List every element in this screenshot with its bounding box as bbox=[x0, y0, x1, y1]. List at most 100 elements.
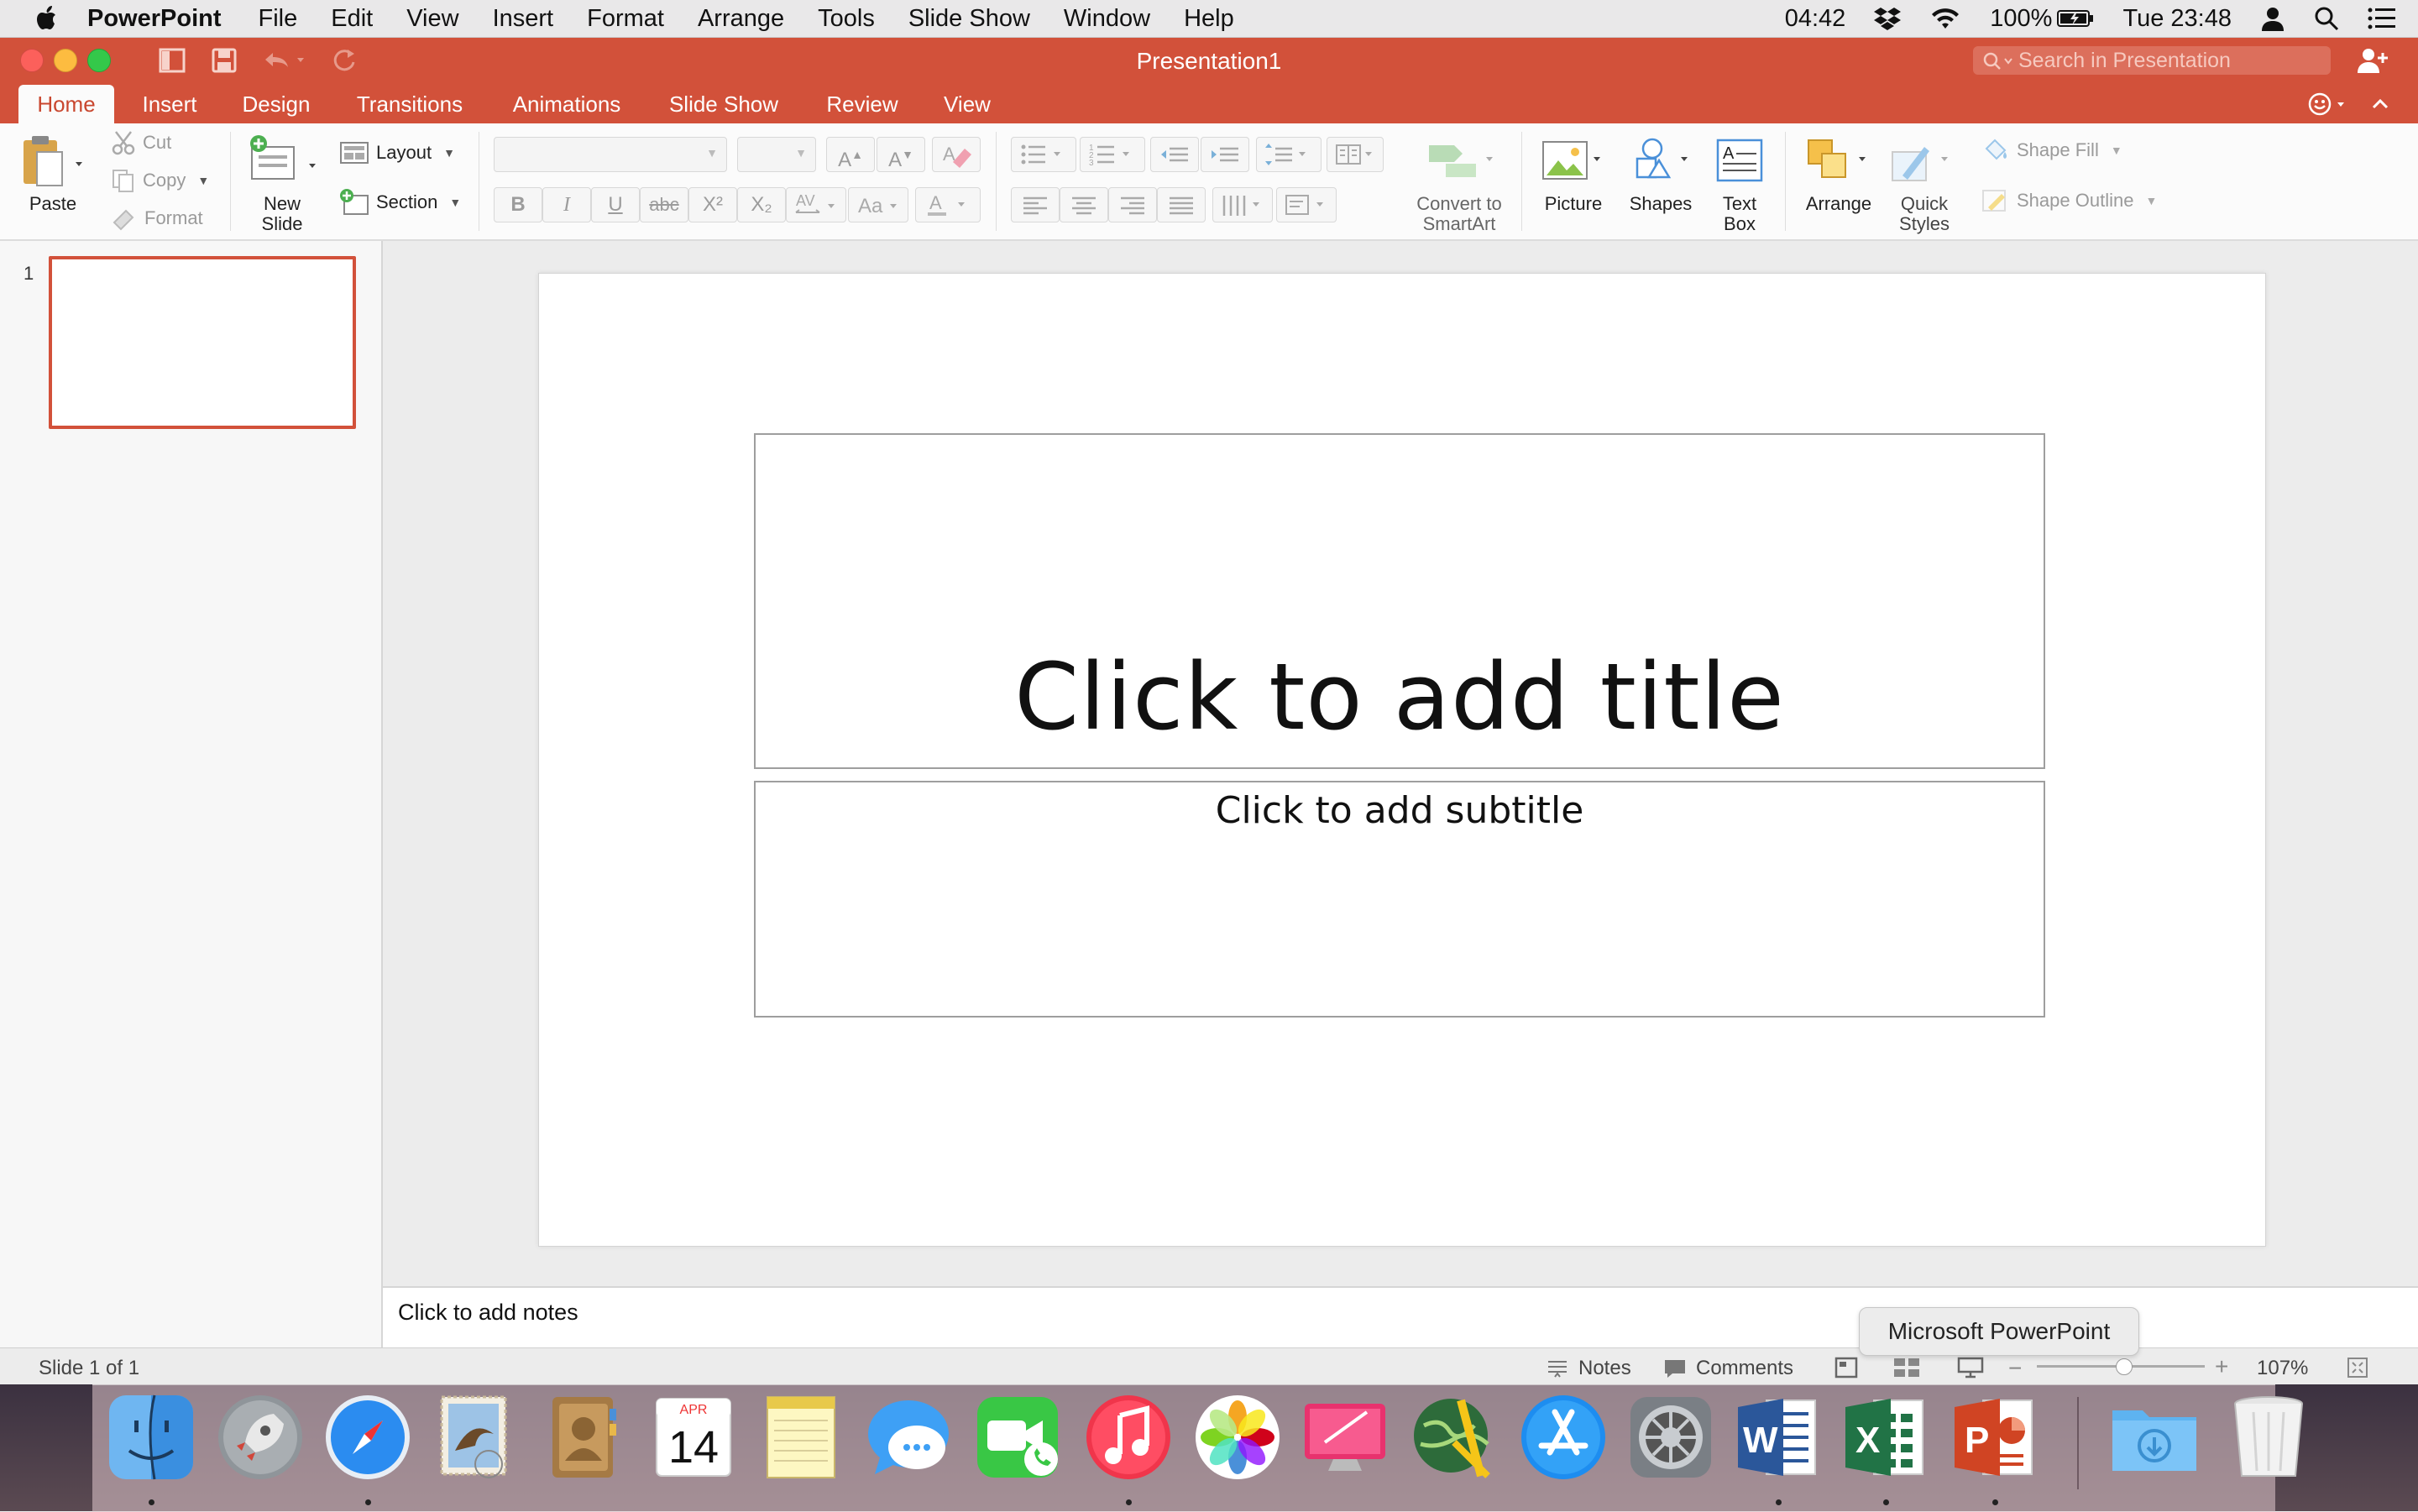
apple-icon[interactable] bbox=[34, 4, 62, 33]
menu-tools[interactable]: Tools bbox=[818, 5, 875, 33]
safari-icon[interactable] bbox=[322, 1392, 413, 1483]
system-preferences-icon[interactable] bbox=[1625, 1392, 1716, 1483]
notification-center-icon[interactable] bbox=[2368, 8, 2396, 29]
presenter-view-button[interactable] bbox=[1956, 1357, 1985, 1379]
battery-charging-icon[interactable] bbox=[2057, 8, 2094, 29]
columns-button[interactable] bbox=[1327, 137, 1384, 172]
section-button[interactable]: Section ▼ bbox=[339, 189, 461, 216]
word-icon[interactable]: W bbox=[1733, 1392, 1824, 1483]
fit-to-window-button[interactable] bbox=[2346, 1357, 2369, 1379]
comments-toggle-button[interactable]: Comments bbox=[1662, 1357, 1793, 1380]
tab-transitions[interactable]: Transitions bbox=[346, 85, 474, 123]
itunes-icon[interactable] bbox=[1083, 1392, 1174, 1483]
collapse-ribbon-icon[interactable] bbox=[2368, 92, 2393, 117]
calendar-icon[interactable]: APR 14 bbox=[648, 1392, 739, 1483]
tab-animations[interactable]: Animations bbox=[495, 85, 638, 123]
excel-icon[interactable]: X bbox=[1840, 1392, 1931, 1483]
tab-insert[interactable]: Insert bbox=[131, 85, 208, 123]
numbering-button[interactable]: 123 bbox=[1080, 137, 1145, 172]
dropbox-icon[interactable] bbox=[1874, 6, 1902, 31]
photos-icon[interactable] bbox=[1192, 1392, 1283, 1483]
menu-window[interactable]: Window bbox=[1064, 5, 1150, 33]
feedback-smiley-icon[interactable] bbox=[2307, 92, 2353, 117]
decrease-indent-button[interactable] bbox=[1150, 137, 1199, 172]
menu-format[interactable]: Format bbox=[587, 5, 664, 33]
downloads-folder-icon[interactable] bbox=[2109, 1392, 2200, 1483]
slide-canvas[interactable]: Click to add title Click to add subtitle bbox=[538, 273, 2266, 1247]
picture-button[interactable] bbox=[1541, 139, 1609, 189]
font-size-dropdown[interactable]: ▼ bbox=[737, 137, 816, 172]
justify-button[interactable] bbox=[1157, 187, 1206, 222]
align-right-button[interactable] bbox=[1108, 187, 1157, 222]
user-icon[interactable] bbox=[2260, 6, 2285, 31]
shape-fill-button[interactable]: Shape Fill ▼ bbox=[1981, 137, 2122, 164]
line-spacing-button[interactable] bbox=[1256, 137, 1322, 172]
font-name-dropdown[interactable]: ▼ bbox=[494, 137, 727, 172]
wifi-icon[interactable] bbox=[1929, 7, 1961, 30]
share-add-person-icon[interactable] bbox=[2356, 46, 2389, 75]
new-slide-button[interactable] bbox=[247, 133, 322, 191]
layout-button[interactable]: Layout ▼ bbox=[339, 140, 455, 165]
zoom-out-button[interactable]: − bbox=[2008, 1355, 2022, 1382]
menu-view[interactable]: View bbox=[406, 5, 458, 33]
tab-view[interactable]: View bbox=[932, 85, 1002, 123]
convert-to-smartart-button[interactable] bbox=[1426, 139, 1496, 186]
slide-thumbnail[interactable] bbox=[49, 256, 356, 429]
increase-indent-button[interactable] bbox=[1201, 137, 1249, 172]
menu-insert[interactable]: Insert bbox=[493, 5, 554, 33]
trash-icon[interactable] bbox=[2223, 1392, 2314, 1483]
app-menu[interactable]: PowerPoint bbox=[87, 5, 222, 33]
shapes-button[interactable] bbox=[1629, 137, 1696, 189]
menu-edit[interactable]: Edit bbox=[331, 5, 373, 33]
menu-slide-show[interactable]: Slide Show bbox=[908, 5, 1030, 33]
mail-icon[interactable] bbox=[430, 1392, 521, 1483]
copy-button[interactable]: Copy ▼ bbox=[111, 168, 209, 193]
launchpad-icon[interactable] bbox=[215, 1392, 306, 1483]
menubar-datetime[interactable]: Tue 23:48 bbox=[2122, 5, 2232, 33]
quick-styles-button[interactable] bbox=[1889, 137, 1956, 189]
menu-arrange[interactable]: Arrange bbox=[698, 5, 784, 33]
align-left-button[interactable] bbox=[1011, 187, 1060, 222]
title-placeholder[interactable]: Click to add title bbox=[754, 433, 2045, 769]
change-case-button[interactable]: Aa bbox=[848, 187, 908, 222]
font-color-button[interactable]: A bbox=[915, 187, 981, 222]
tab-slide-show[interactable]: Slide Show bbox=[658, 85, 789, 123]
tab-design[interactable]: Design bbox=[230, 85, 322, 123]
text-box-button[interactable]: A bbox=[1714, 137, 1765, 189]
battery-percent[interactable]: 100% bbox=[1990, 5, 2052, 33]
zoom-level[interactable]: 107% bbox=[2257, 1357, 2308, 1380]
powerpoint-icon[interactable]: P bbox=[1950, 1392, 2040, 1483]
format-painter-button[interactable]: Format bbox=[111, 206, 203, 231]
messages-icon[interactable] bbox=[863, 1392, 954, 1483]
tab-home[interactable]: Home bbox=[18, 85, 114, 123]
finder-icon[interactable] bbox=[106, 1392, 196, 1483]
bold-button[interactable]: B bbox=[494, 187, 542, 222]
superscript-button[interactable]: X² bbox=[688, 187, 737, 222]
notes-app-icon[interactable] bbox=[756, 1392, 846, 1483]
slide-sorter-view-button[interactable] bbox=[1892, 1357, 1921, 1379]
subtitle-placeholder[interactable]: Click to add subtitle bbox=[754, 781, 2045, 1018]
cut-button[interactable]: Cut bbox=[111, 130, 171, 155]
increase-font-size-button[interactable]: A▲ bbox=[826, 137, 875, 172]
facetime-icon[interactable] bbox=[972, 1392, 1063, 1483]
normal-view-button[interactable] bbox=[1834, 1357, 1859, 1379]
character-spacing-button[interactable]: AV bbox=[786, 187, 846, 222]
italic-button[interactable]: I bbox=[542, 187, 591, 222]
zoom-slider-thumb[interactable] bbox=[2116, 1358, 2133, 1375]
zoom-slider[interactable] bbox=[2037, 1358, 2205, 1375]
cleanmymac-icon[interactable] bbox=[1300, 1392, 1390, 1483]
shape-outline-button[interactable]: Shape Outline ▼ bbox=[1981, 187, 2157, 214]
menu-file[interactable]: File bbox=[259, 5, 298, 33]
notes-toggle-button[interactable]: Notes bbox=[1545, 1357, 1631, 1380]
contacts-icon[interactable] bbox=[537, 1392, 628, 1483]
text-direction-button[interactable] bbox=[1212, 187, 1273, 222]
menu-help[interactable]: Help bbox=[1184, 5, 1234, 33]
menubar-clock-left[interactable]: 04:42 bbox=[1785, 5, 1846, 33]
align-text-button[interactable] bbox=[1276, 187, 1337, 222]
clear-formatting-button[interactable]: A bbox=[932, 137, 981, 172]
decrease-font-size-button[interactable]: A▼ bbox=[877, 137, 925, 172]
spotlight-search-icon[interactable] bbox=[2314, 6, 2339, 31]
strikethrough-button[interactable]: abc bbox=[640, 187, 688, 222]
app-store-icon[interactable] bbox=[1518, 1392, 1609, 1483]
bullets-button[interactable] bbox=[1011, 137, 1076, 172]
